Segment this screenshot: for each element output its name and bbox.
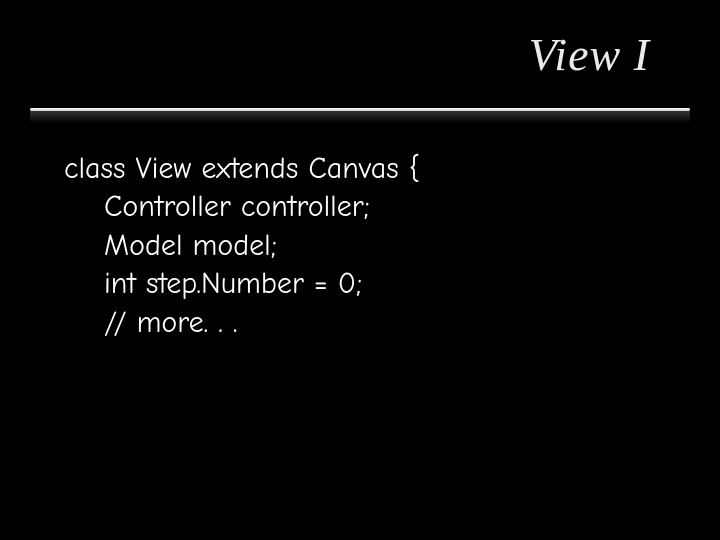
code-line-4: int step.Number = 0; <box>64 265 680 303</box>
title-area: View I <box>529 28 680 81</box>
code-line-3: Model model; <box>64 227 680 265</box>
code-line-1: class View extends Canvas { <box>64 150 680 188</box>
slide-body: class View extends Canvas { Controller c… <box>64 150 680 342</box>
divider <box>30 108 690 126</box>
code-line-2: Controller controller; <box>64 188 680 226</box>
code-line-5: // more. . . <box>64 304 680 342</box>
slide-title: View I <box>529 28 650 81</box>
slide: View I class View extends Canvas { Contr… <box>0 0 720 540</box>
